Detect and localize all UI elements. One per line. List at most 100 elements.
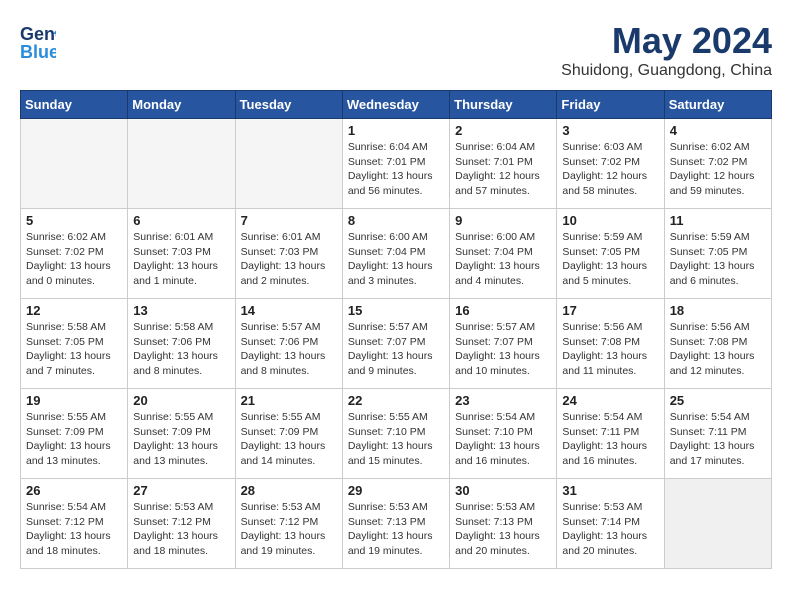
calendar-cell: 16 Sunrise: 5:57 AM Sunset: 7:07 PM Dayli…: [450, 299, 557, 389]
calendar-cell: [21, 119, 128, 209]
day-info: Sunrise: 5:58 AM Sunset: 7:06 PM Dayligh…: [133, 320, 229, 379]
day-info: Sunrise: 5:53 AM Sunset: 7:12 PM Dayligh…: [133, 500, 229, 559]
calendar-cell: 22 Sunrise: 5:55 AM Sunset: 7:10 PM Dayli…: [342, 389, 449, 479]
calendar-table: SundayMondayTuesdayWednesdayThursdayFrid…: [20, 90, 772, 569]
day-number: 24: [562, 393, 658, 408]
day-info: Sunrise: 5:53 AM Sunset: 7:12 PM Dayligh…: [241, 500, 337, 559]
day-number: 7: [241, 213, 337, 228]
day-info: Sunrise: 6:02 AM Sunset: 7:02 PM Dayligh…: [26, 230, 122, 289]
day-number: 5: [26, 213, 122, 228]
calendar-week-row: 19 Sunrise: 5:55 AM Sunset: 7:09 PM Dayli…: [21, 389, 772, 479]
calendar-cell: 25Sunrise: 5:54 AM Sunset: 7:11 PM Dayli…: [664, 389, 771, 479]
day-number: 15: [348, 303, 444, 318]
day-info: Sunrise: 5:53 AM Sunset: 7:13 PM Dayligh…: [348, 500, 444, 559]
day-number: 1: [348, 123, 444, 138]
day-info: Sunrise: 6:04 AM Sunset: 7:01 PM Dayligh…: [455, 140, 551, 199]
calendar-cell: 30 Sunrise: 5:53 AM Sunset: 7:13 PM Dayli…: [450, 479, 557, 569]
calendar-cell: 3 Sunrise: 6:03 AM Sunset: 7:02 PM Daylig…: [557, 119, 664, 209]
day-number: 19: [26, 393, 122, 408]
day-info: Sunrise: 5:54 AM Sunset: 7:12 PM Dayligh…: [26, 500, 122, 559]
calendar-cell: [128, 119, 235, 209]
day-info: Sunrise: 6:01 AM Sunset: 7:03 PM Dayligh…: [241, 230, 337, 289]
day-number: 26: [26, 483, 122, 498]
page-header: General Blue May 2024 Shuidong, Guangdon…: [20, 20, 772, 80]
logo: General Blue: [20, 20, 56, 67]
calendar-cell: 29Sunrise: 5:53 AM Sunset: 7:13 PM Dayli…: [342, 479, 449, 569]
title-area: May 2024 Shuidong, Guangdong, China: [561, 20, 772, 80]
day-number: 28: [241, 483, 337, 498]
day-info: Sunrise: 5:59 AM Sunset: 7:05 PM Dayligh…: [562, 230, 658, 289]
calendar-cell: 18 Sunrise: 5:56 AM Sunset: 7:08 PM Dayli…: [664, 299, 771, 389]
day-number: 21: [241, 393, 337, 408]
calendar-cell: 28 Sunrise: 5:53 AM Sunset: 7:12 PM Dayli…: [235, 479, 342, 569]
day-info: Sunrise: 5:55 AM Sunset: 7:09 PM Dayligh…: [26, 410, 122, 469]
calendar-cell: 13Sunrise: 5:58 AM Sunset: 7:06 PM Dayli…: [128, 299, 235, 389]
day-number: 22: [348, 393, 444, 408]
day-info: Sunrise: 5:53 AM Sunset: 7:14 PM Dayligh…: [562, 500, 658, 559]
day-number: 10: [562, 213, 658, 228]
day-number: 17: [562, 303, 658, 318]
day-number: 12: [26, 303, 122, 318]
day-number: 9: [455, 213, 551, 228]
calendar-cell: 17Sunrise: 5:56 AM Sunset: 7:08 PM Dayli…: [557, 299, 664, 389]
calendar-cell: [235, 119, 342, 209]
calendar-cell: 24 Sunrise: 5:54 AM Sunset: 7:11 PM Dayli…: [557, 389, 664, 479]
day-info: Sunrise: 6:00 AM Sunset: 7:04 PM Dayligh…: [348, 230, 444, 289]
day-info: Sunrise: 5:55 AM Sunset: 7:09 PM Dayligh…: [133, 410, 229, 469]
day-info: Sunrise: 5:57 AM Sunset: 7:06 PM Dayligh…: [241, 320, 337, 379]
day-info: Sunrise: 5:58 AM Sunset: 7:05 PM Dayligh…: [26, 320, 122, 379]
day-number: 6: [133, 213, 229, 228]
weekday-header-thursday: Thursday: [450, 91, 557, 119]
day-number: 16: [455, 303, 551, 318]
calendar-cell: 9Sunrise: 6:00 AM Sunset: 7:04 PM Daylig…: [450, 209, 557, 299]
day-info: Sunrise: 6:04 AM Sunset: 7:01 PM Dayligh…: [348, 140, 444, 199]
calendar-cell: 15 Sunrise: 5:57 AM Sunset: 7:07 PM Dayli…: [342, 299, 449, 389]
logo-icon: General Blue: [20, 20, 56, 62]
weekday-header-saturday: Saturday: [664, 91, 771, 119]
day-number: 4: [670, 123, 766, 138]
calendar-cell: [664, 479, 771, 569]
day-info: Sunrise: 5:53 AM Sunset: 7:13 PM Dayligh…: [455, 500, 551, 559]
day-info: Sunrise: 6:03 AM Sunset: 7:02 PM Dayligh…: [562, 140, 658, 199]
day-info: Sunrise: 5:55 AM Sunset: 7:10 PM Dayligh…: [348, 410, 444, 469]
weekday-header-row: SundayMondayTuesdayWednesdayThursdayFrid…: [21, 91, 772, 119]
calendar-cell: 14 Sunrise: 5:57 AM Sunset: 7:06 PM Dayli…: [235, 299, 342, 389]
day-number: 11: [670, 213, 766, 228]
svg-text:Blue: Blue: [20, 42, 56, 62]
calendar-cell: 4 Sunrise: 6:02 AM Sunset: 7:02 PM Daylig…: [664, 119, 771, 209]
calendar-cell: 26 Sunrise: 5:54 AM Sunset: 7:12 PM Dayli…: [21, 479, 128, 569]
day-info: Sunrise: 5:57 AM Sunset: 7:07 PM Dayligh…: [348, 320, 444, 379]
calendar-cell: 1 Sunrise: 6:04 AM Sunset: 7:01 PM Daylig…: [342, 119, 449, 209]
calendar-week-row: 1 Sunrise: 6:04 AM Sunset: 7:01 PM Daylig…: [21, 119, 772, 209]
weekday-header-wednesday: Wednesday: [342, 91, 449, 119]
day-number: 18: [670, 303, 766, 318]
day-number: 25: [670, 393, 766, 408]
calendar-week-row: 26 Sunrise: 5:54 AM Sunset: 7:12 PM Dayli…: [21, 479, 772, 569]
calendar-cell: 7 Sunrise: 6:01 AM Sunset: 7:03 PM Daylig…: [235, 209, 342, 299]
weekday-header-tuesday: Tuesday: [235, 91, 342, 119]
calendar-cell: 2 Sunrise: 6:04 AM Sunset: 7:01 PM Daylig…: [450, 119, 557, 209]
day-number: 14: [241, 303, 337, 318]
day-info: Sunrise: 5:59 AM Sunset: 7:05 PM Dayligh…: [670, 230, 766, 289]
calendar-cell: 20Sunrise: 5:55 AM Sunset: 7:09 PM Dayli…: [128, 389, 235, 479]
calendar-cell: 21Sunrise: 5:55 AM Sunset: 7:09 PM Dayli…: [235, 389, 342, 479]
calendar-cell: 12 Sunrise: 5:58 AM Sunset: 7:05 PM Dayli…: [21, 299, 128, 389]
day-number: 31: [562, 483, 658, 498]
svg-text:General: General: [20, 24, 56, 44]
day-info: Sunrise: 6:02 AM Sunset: 7:02 PM Dayligh…: [670, 140, 766, 199]
weekday-header-monday: Monday: [128, 91, 235, 119]
calendar-cell: 23Sunrise: 5:54 AM Sunset: 7:10 PM Dayli…: [450, 389, 557, 479]
day-number: 8: [348, 213, 444, 228]
day-number: 30: [455, 483, 551, 498]
day-number: 3: [562, 123, 658, 138]
location: Shuidong, Guangdong, China: [561, 62, 772, 80]
calendar-cell: 31 Sunrise: 5:53 AM Sunset: 7:14 PM Dayli…: [557, 479, 664, 569]
day-number: 2: [455, 123, 551, 138]
day-info: Sunrise: 5:56 AM Sunset: 7:08 PM Dayligh…: [670, 320, 766, 379]
day-info: Sunrise: 5:57 AM Sunset: 7:07 PM Dayligh…: [455, 320, 551, 379]
calendar-cell: 27Sunrise: 5:53 AM Sunset: 7:12 PM Dayli…: [128, 479, 235, 569]
day-info: Sunrise: 5:54 AM Sunset: 7:11 PM Dayligh…: [562, 410, 658, 469]
day-info: Sunrise: 6:01 AM Sunset: 7:03 PM Dayligh…: [133, 230, 229, 289]
weekday-header-friday: Friday: [557, 91, 664, 119]
calendar-cell: 10 Sunrise: 5:59 AM Sunset: 7:05 PM Dayli…: [557, 209, 664, 299]
